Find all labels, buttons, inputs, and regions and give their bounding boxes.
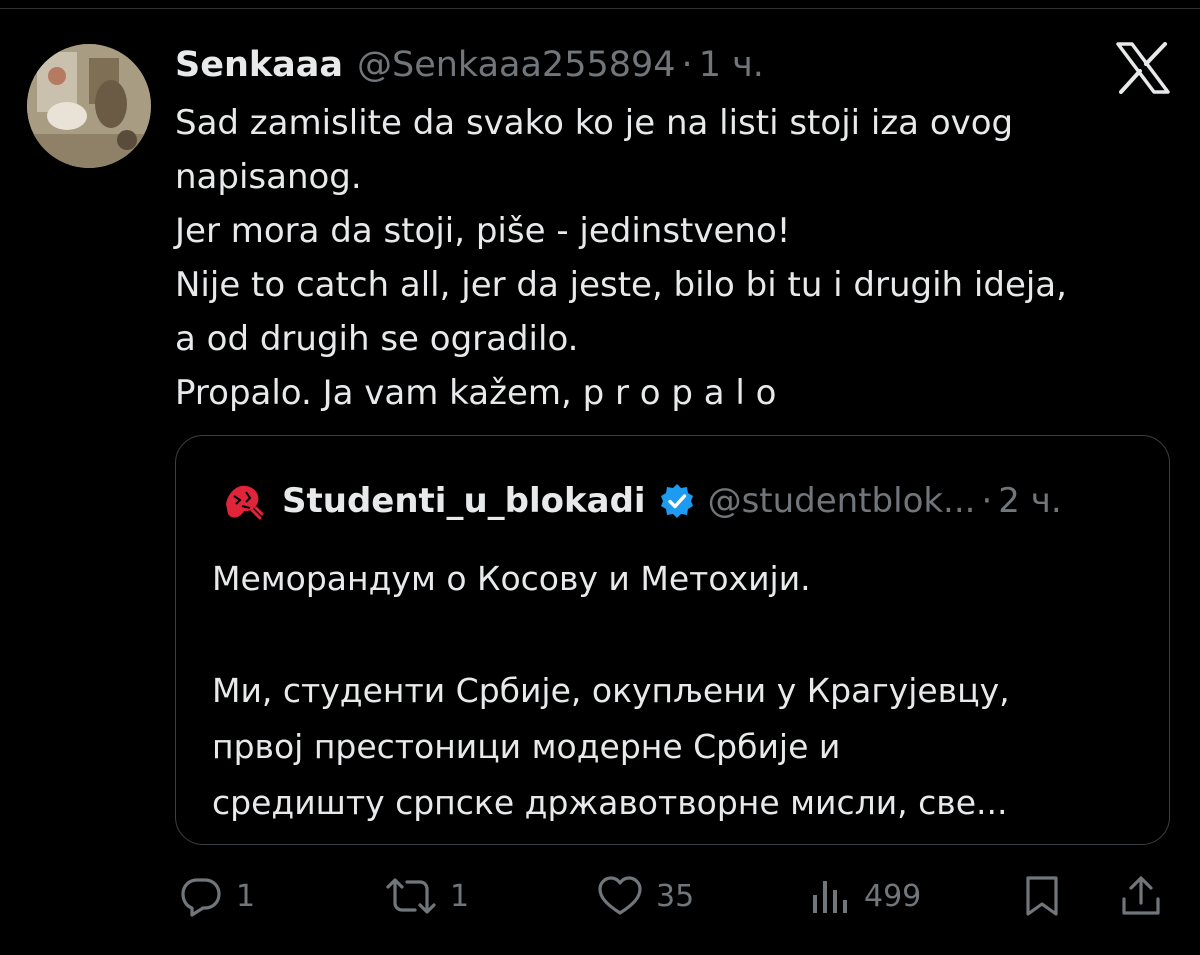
repost-icon (386, 878, 436, 914)
author-handle[interactable]: @Senkaaa255894 (357, 40, 676, 90)
view-count: 499 (864, 878, 922, 914)
quoted-author-display-name[interactable]: Studenti_u_blokadi (282, 481, 646, 521)
quoted-tweet-timestamp[interactable]: 2 ч. (998, 481, 1061, 521)
tweet-header: Senkaaa @Senkaaa255894 · 1 ч. (175, 40, 764, 90)
quoted-text-blank-line (212, 607, 1152, 663)
quoted-text-line: Меморандум о Косову и Метохији. (212, 559, 811, 598)
quoted-header-separator: · (981, 481, 993, 521)
tweet-text-line: Propalo. Ja vam kažem, p r o p a l o (175, 373, 777, 413)
views-button[interactable]: 499 (808, 866, 921, 926)
tweet-text: Sad zamislite da svako ko je na listi st… (175, 96, 1165, 420)
reply-button[interactable]: 1 (178, 866, 255, 926)
author-display-name[interactable]: Senkaaa (175, 40, 343, 90)
repost-button[interactable]: 1 (384, 866, 469, 926)
tweet-text-line: Jer mora da stoji, piše - jedinstveno! (175, 211, 791, 251)
bookmark-icon (1026, 876, 1058, 916)
repost-count: 1 (450, 878, 470, 914)
reply-count: 1 (236, 878, 256, 914)
bookmark-button[interactable] (1020, 866, 1064, 926)
action-bar: 1 1 35 499 (0, 866, 1200, 926)
quoted-author-avatar-icon[interactable] (216, 474, 270, 528)
quoted-text-line: средишту српске државотворне мисли, све.… (212, 783, 1008, 822)
quoted-tweet-text: Меморандум о Косову и Метохији. Ми, студ… (212, 551, 1152, 831)
quoted-text-line: првој престоници модерне Србије и (212, 727, 841, 766)
author-avatar[interactable] (27, 44, 151, 168)
tweet-text-line: Nije to catch all, jer da jeste, bilo bi… (175, 265, 1067, 305)
x-logo-icon[interactable] (1115, 42, 1171, 94)
top-divider (0, 8, 1200, 9)
tweet-text-line: Sad zamislite da svako ko je na listi st… (175, 103, 1014, 143)
quoted-text-line: Ми, студенти Србије, окупљени у Крагујев… (212, 671, 1010, 710)
quoted-author-handle[interactable]: @studentblok... (708, 481, 976, 521)
tweet-text-line: a od drugih se ogradilo. (175, 319, 579, 359)
like-button[interactable]: 35 (596, 866, 694, 926)
reply-icon (181, 878, 221, 917)
tweet-timestamp[interactable]: 1 ч. (699, 40, 764, 90)
tweet-text-line: napisanog. (175, 157, 362, 197)
avatar-image (27, 44, 151, 168)
heart-icon (598, 876, 642, 915)
header-separator: · (681, 45, 693, 85)
share-icon (1122, 876, 1160, 915)
share-button[interactable] (1118, 866, 1164, 926)
verified-badge-icon (660, 484, 693, 518)
views-icon (813, 881, 847, 913)
quoted-tweet-card[interactable]: Studenti_u_blokadi @studentblok... · 2 ч… (175, 435, 1170, 845)
quoted-tweet-header: Studenti_u_blokadi @studentblok... · 2 ч… (216, 474, 1062, 528)
like-count: 35 (656, 878, 695, 914)
